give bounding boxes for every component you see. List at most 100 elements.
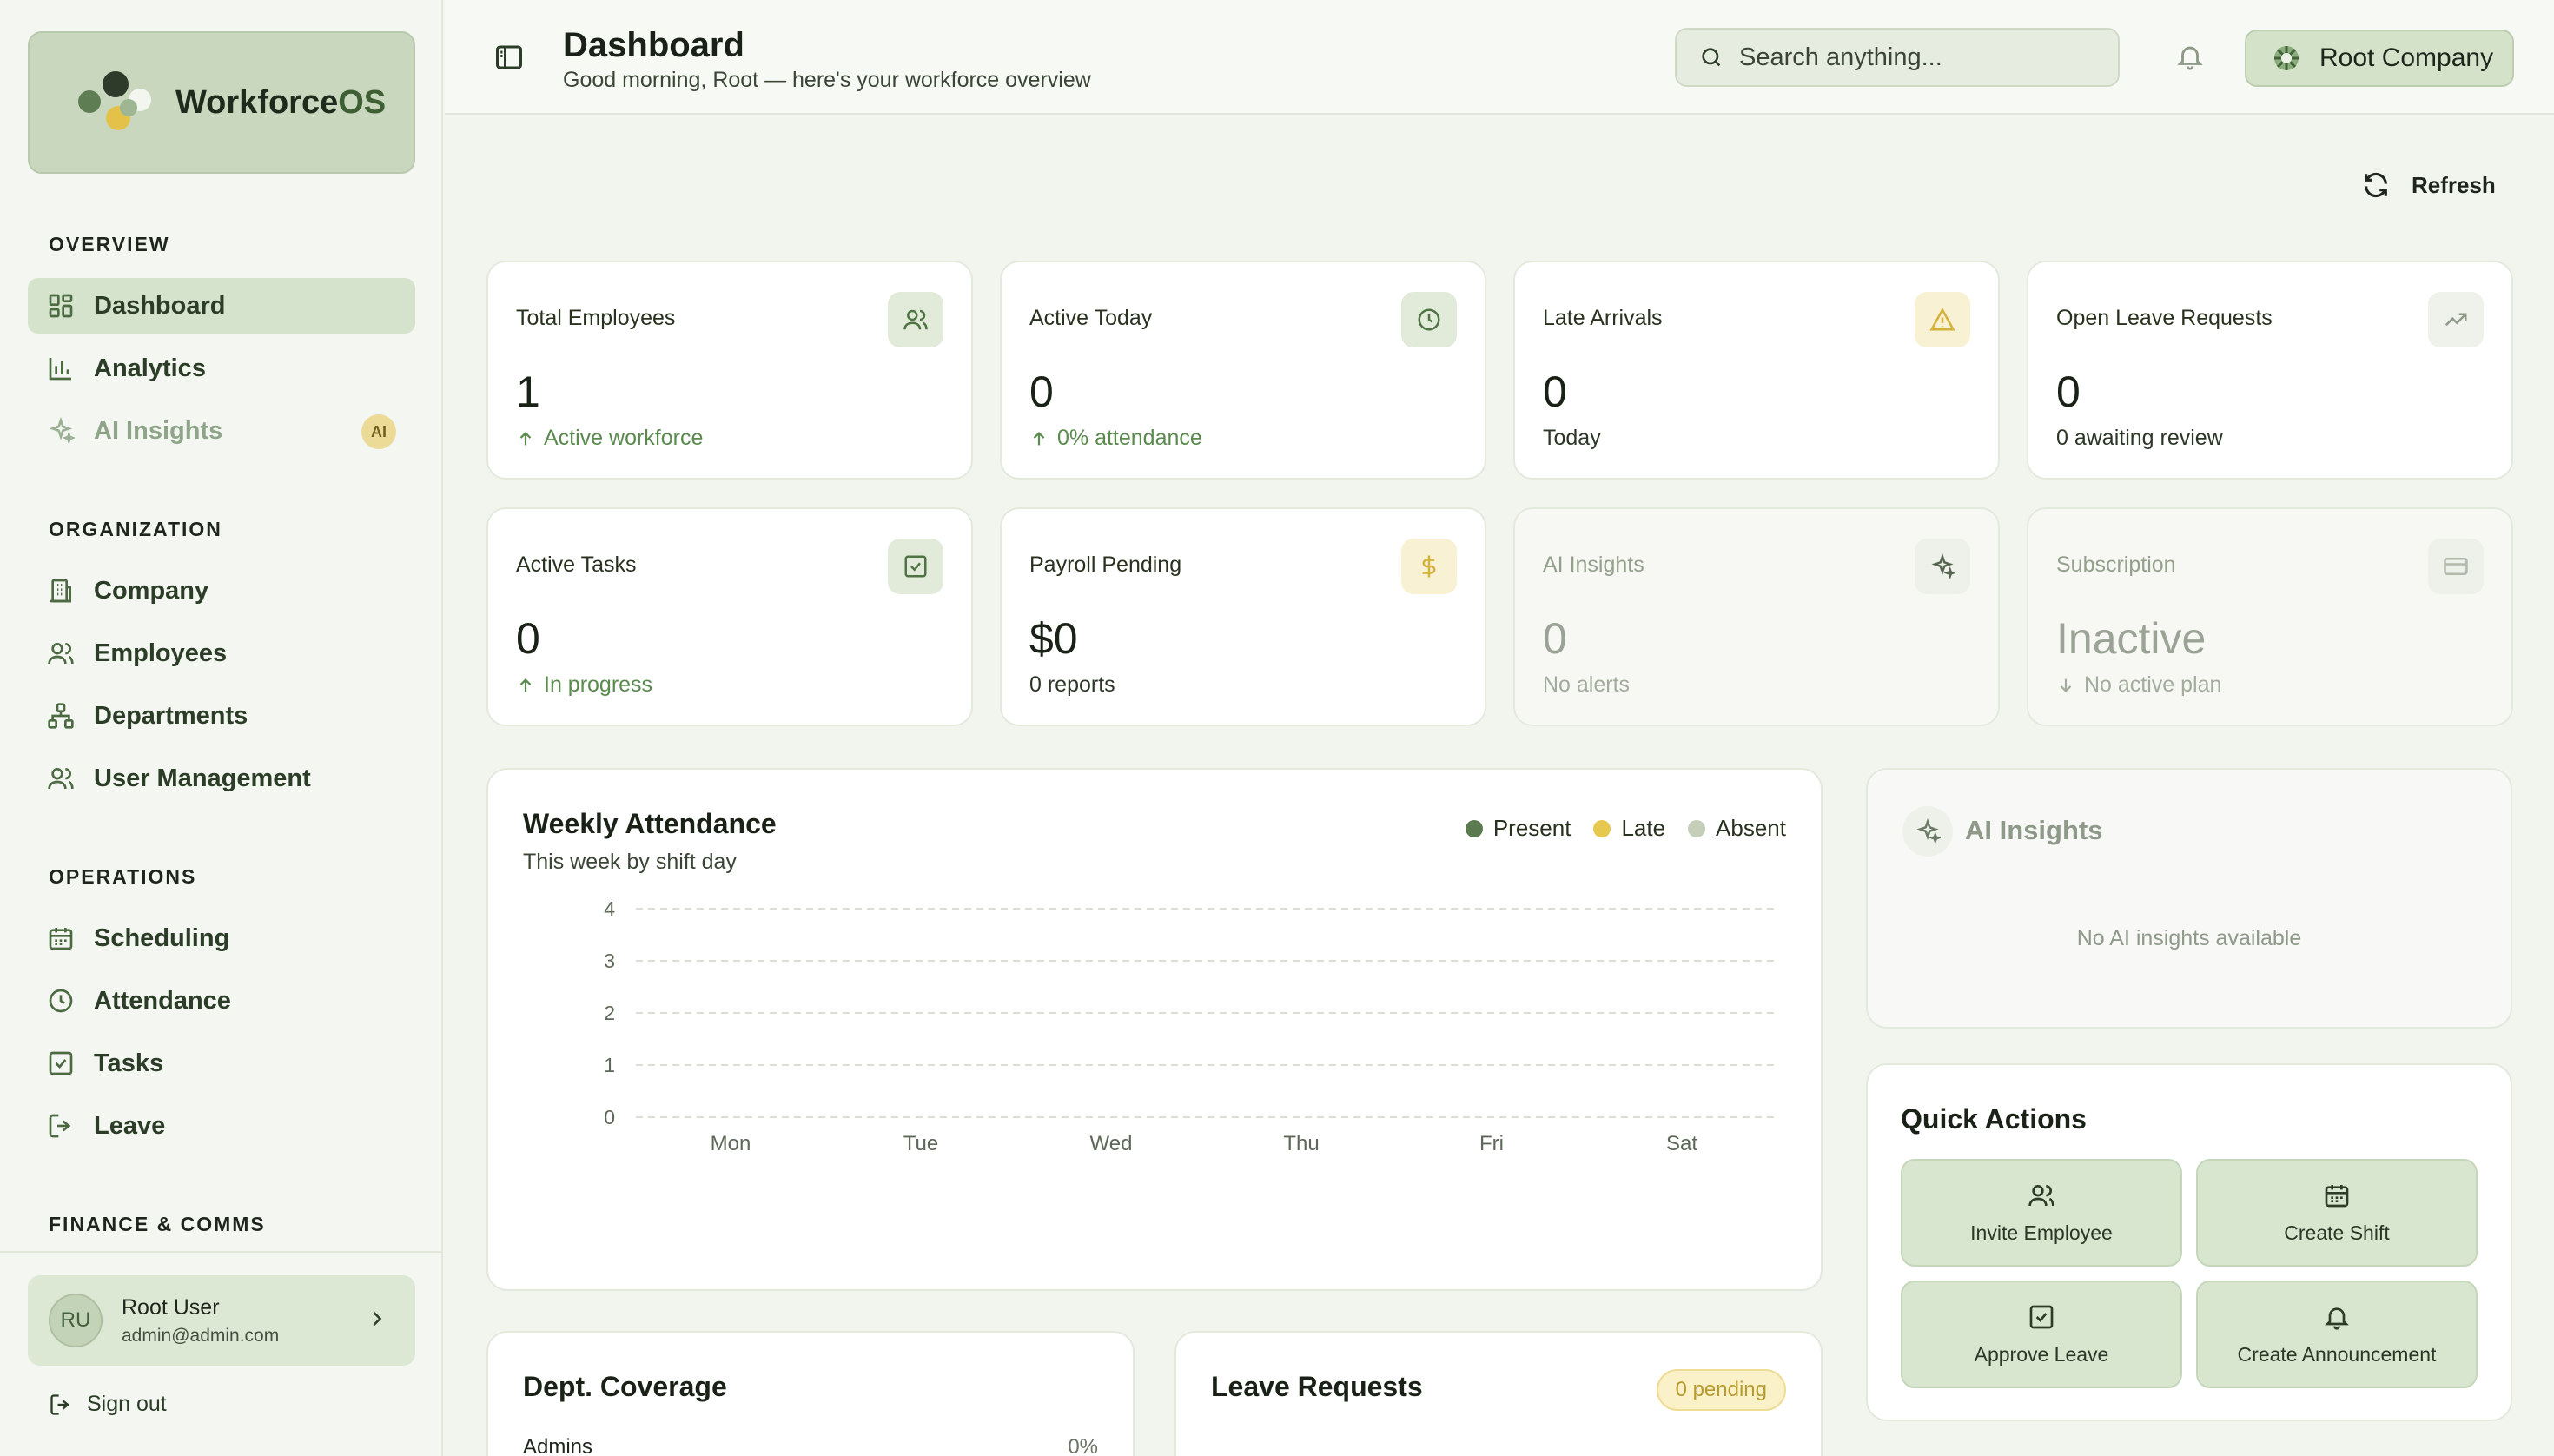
card-icon	[2444, 558, 2468, 575]
users-icon	[903, 309, 928, 330]
stat-card-ai-insights[interactable]: AI Insights 0 No alerts	[1513, 507, 2000, 726]
section-title-overview: OVERVIEW	[49, 233, 170, 255]
chevron-right-icon	[373, 1312, 382, 1326]
user-management-icon	[48, 768, 74, 790]
stat-sub: 0% attendance	[1029, 426, 1202, 451]
network-icon	[48, 703, 74, 729]
logout-icon	[50, 1393, 70, 1415]
stat-value: Inactive	[2056, 614, 2207, 663]
stat-card-open-leave[interactable]: Open Leave Requests 0 0 awaiting review	[2027, 261, 2513, 480]
stat-card-late-arrivals[interactable]: Late Arrivals 0 Today	[1513, 261, 2000, 480]
section-title-operations: OPERATIONS	[49, 865, 197, 888]
stat-card-total-employees[interactable]: Total Employees 1 Active workforce	[486, 261, 973, 480]
dollar-icon	[1422, 555, 1436, 578]
refresh-button[interactable]: Refresh	[2361, 170, 2496, 200]
stat-card-subscription[interactable]: Subscription Inactive No active plan	[2027, 507, 2513, 726]
sidebar-item-tasks[interactable]: Tasks	[28, 1036, 415, 1091]
dept-row-name: Admins	[523, 1435, 593, 1456]
stat-label: Active Tasks	[516, 553, 637, 577]
sidebar-item-departments[interactable]: Departments	[28, 688, 415, 744]
calendar-icon	[49, 928, 73, 950]
leave-requests-panel: Leave Requests 0 pending	[1174, 1331, 1823, 1456]
sidebar-item-label: Employees	[94, 639, 228, 667]
stat-sub: No alerts	[1543, 672, 1631, 697]
stat-label: Total Employees	[516, 306, 676, 330]
grid-icon	[49, 294, 73, 318]
create-shift-button[interactable]: Create Shift	[2196, 1159, 2478, 1267]
ai-insights-icon-wrap	[1902, 806, 1953, 857]
sidebar-item-attendance[interactable]: Attendance	[28, 973, 415, 1029]
building-icon	[50, 579, 71, 603]
ai-insights-panel: AI Insights No AI insights available	[1866, 768, 2512, 1029]
search-box[interactable]	[1675, 28, 2120, 87]
logo-icon	[78, 71, 162, 134]
y-tick-label: 0	[604, 1106, 615, 1128]
avatar: RU	[49, 1294, 103, 1347]
chart-subtitle: This week by shift day	[523, 850, 737, 874]
page-subtitle: Good morning, Root — here's your workfor…	[563, 68, 1091, 92]
signout-button[interactable]: Sign out	[49, 1392, 167, 1417]
sidebar-item-analytics[interactable]: Analytics	[28, 341, 415, 396]
stat-card-payroll-pending[interactable]: Payroll Pending $0 0 reports	[1000, 507, 1486, 726]
sidebar-item-label: Departments	[94, 701, 248, 730]
stat-icon	[2428, 292, 2484, 347]
signout-label: Sign out	[87, 1392, 167, 1416]
stat-card-active-tasks[interactable]: Active Tasks 0 In progress	[486, 507, 973, 726]
sidebar-item-scheduling[interactable]: Scheduling	[28, 910, 415, 966]
stat-value: 1	[516, 367, 540, 416]
refresh-icon	[2365, 172, 2387, 198]
clock-icon	[49, 989, 73, 1013]
sidebar-item-company[interactable]: Company	[28, 563, 415, 619]
stat-label: Late Arrivals	[1543, 306, 1663, 330]
sidebar-item-ai-insights[interactable]: AI Insights AI	[28, 403, 415, 459]
stat-sub: In progress	[516, 672, 652, 698]
stat-label: Active Today	[1029, 306, 1153, 330]
sidebar-item-employees[interactable]: Employees	[28, 625, 415, 681]
company-logo-icon	[2274, 46, 2299, 70]
brand-logo[interactable]: WorkforceOS	[28, 31, 415, 174]
clock-icon	[1418, 308, 1440, 331]
sidebar-item-label: Tasks	[94, 1049, 164, 1077]
stat-label: Payroll Pending	[1029, 553, 1182, 577]
legend-dot	[1465, 819, 1483, 837]
sidebar-item-leave[interactable]: Leave	[28, 1098, 415, 1154]
dept-coverage-panel: Dept. Coverage Admins 0%	[486, 1331, 1135, 1456]
leave-requests-title: Leave Requests	[1211, 1371, 1423, 1402]
section-title-finance: FINANCE & COMMS	[49, 1213, 266, 1235]
sidebar-divider	[0, 1251, 441, 1253]
sparkle-icon	[1916, 818, 1941, 844]
legend-dot	[1593, 819, 1611, 837]
legend-item-late[interactable]: Late	[1593, 815, 1665, 842]
quick-actions-title: Quick Actions	[1901, 1103, 2087, 1135]
search-input[interactable]	[1739, 43, 2104, 72]
stat-sub: No active plan	[2056, 672, 2221, 698]
create-announcement-button[interactable]: Create Announcement	[2196, 1281, 2478, 1388]
y-tick-label: 1	[604, 1054, 615, 1076]
bell-icon[interactable]	[2175, 42, 2205, 71]
ai-insights-title: AI Insights	[1965, 815, 2103, 845]
refresh-label: Refresh	[2412, 171, 2496, 198]
sidebar-item-user-management[interactable]: User Management	[28, 751, 415, 806]
sidebar-item-label: Company	[94, 576, 209, 605]
checkbox-icon	[49, 1051, 73, 1075]
stat-value: $0	[1029, 614, 1078, 663]
sidebar-item-label: Dashboard	[94, 291, 226, 320]
y-tick-label: 2	[604, 1002, 615, 1024]
arrow-up-icon	[1033, 431, 1045, 445]
pending-badge: 0 pending	[1656, 1369, 1786, 1411]
legend-item-absent[interactable]: Absent	[1688, 815, 1786, 842]
x-tick-label: Sat	[1666, 1132, 1697, 1152]
legend-item-present[interactable]: Present	[1465, 815, 1571, 842]
stat-card-active-today[interactable]: Active Today 0 0% attendance	[1000, 261, 1486, 480]
bar-chart-icon	[49, 358, 71, 381]
stat-value: 0	[1543, 614, 1567, 663]
user-card[interactable]: RU Root User admin@admin.com	[28, 1275, 415, 1366]
invite-employee-button[interactable]: Invite Employee	[1901, 1159, 2182, 1267]
sidebar-item-dashboard[interactable]: Dashboard	[28, 278, 415, 334]
stat-label: Subscription	[2056, 553, 2176, 577]
approve-leave-button[interactable]: Approve Leave	[1901, 1281, 2182, 1388]
users-icon	[48, 643, 74, 665]
user-email: admin@admin.com	[122, 1325, 280, 1346]
company-switcher[interactable]: Root Company	[2245, 30, 2514, 87]
sidebar-toggle-icon[interactable]	[493, 42, 525, 73]
